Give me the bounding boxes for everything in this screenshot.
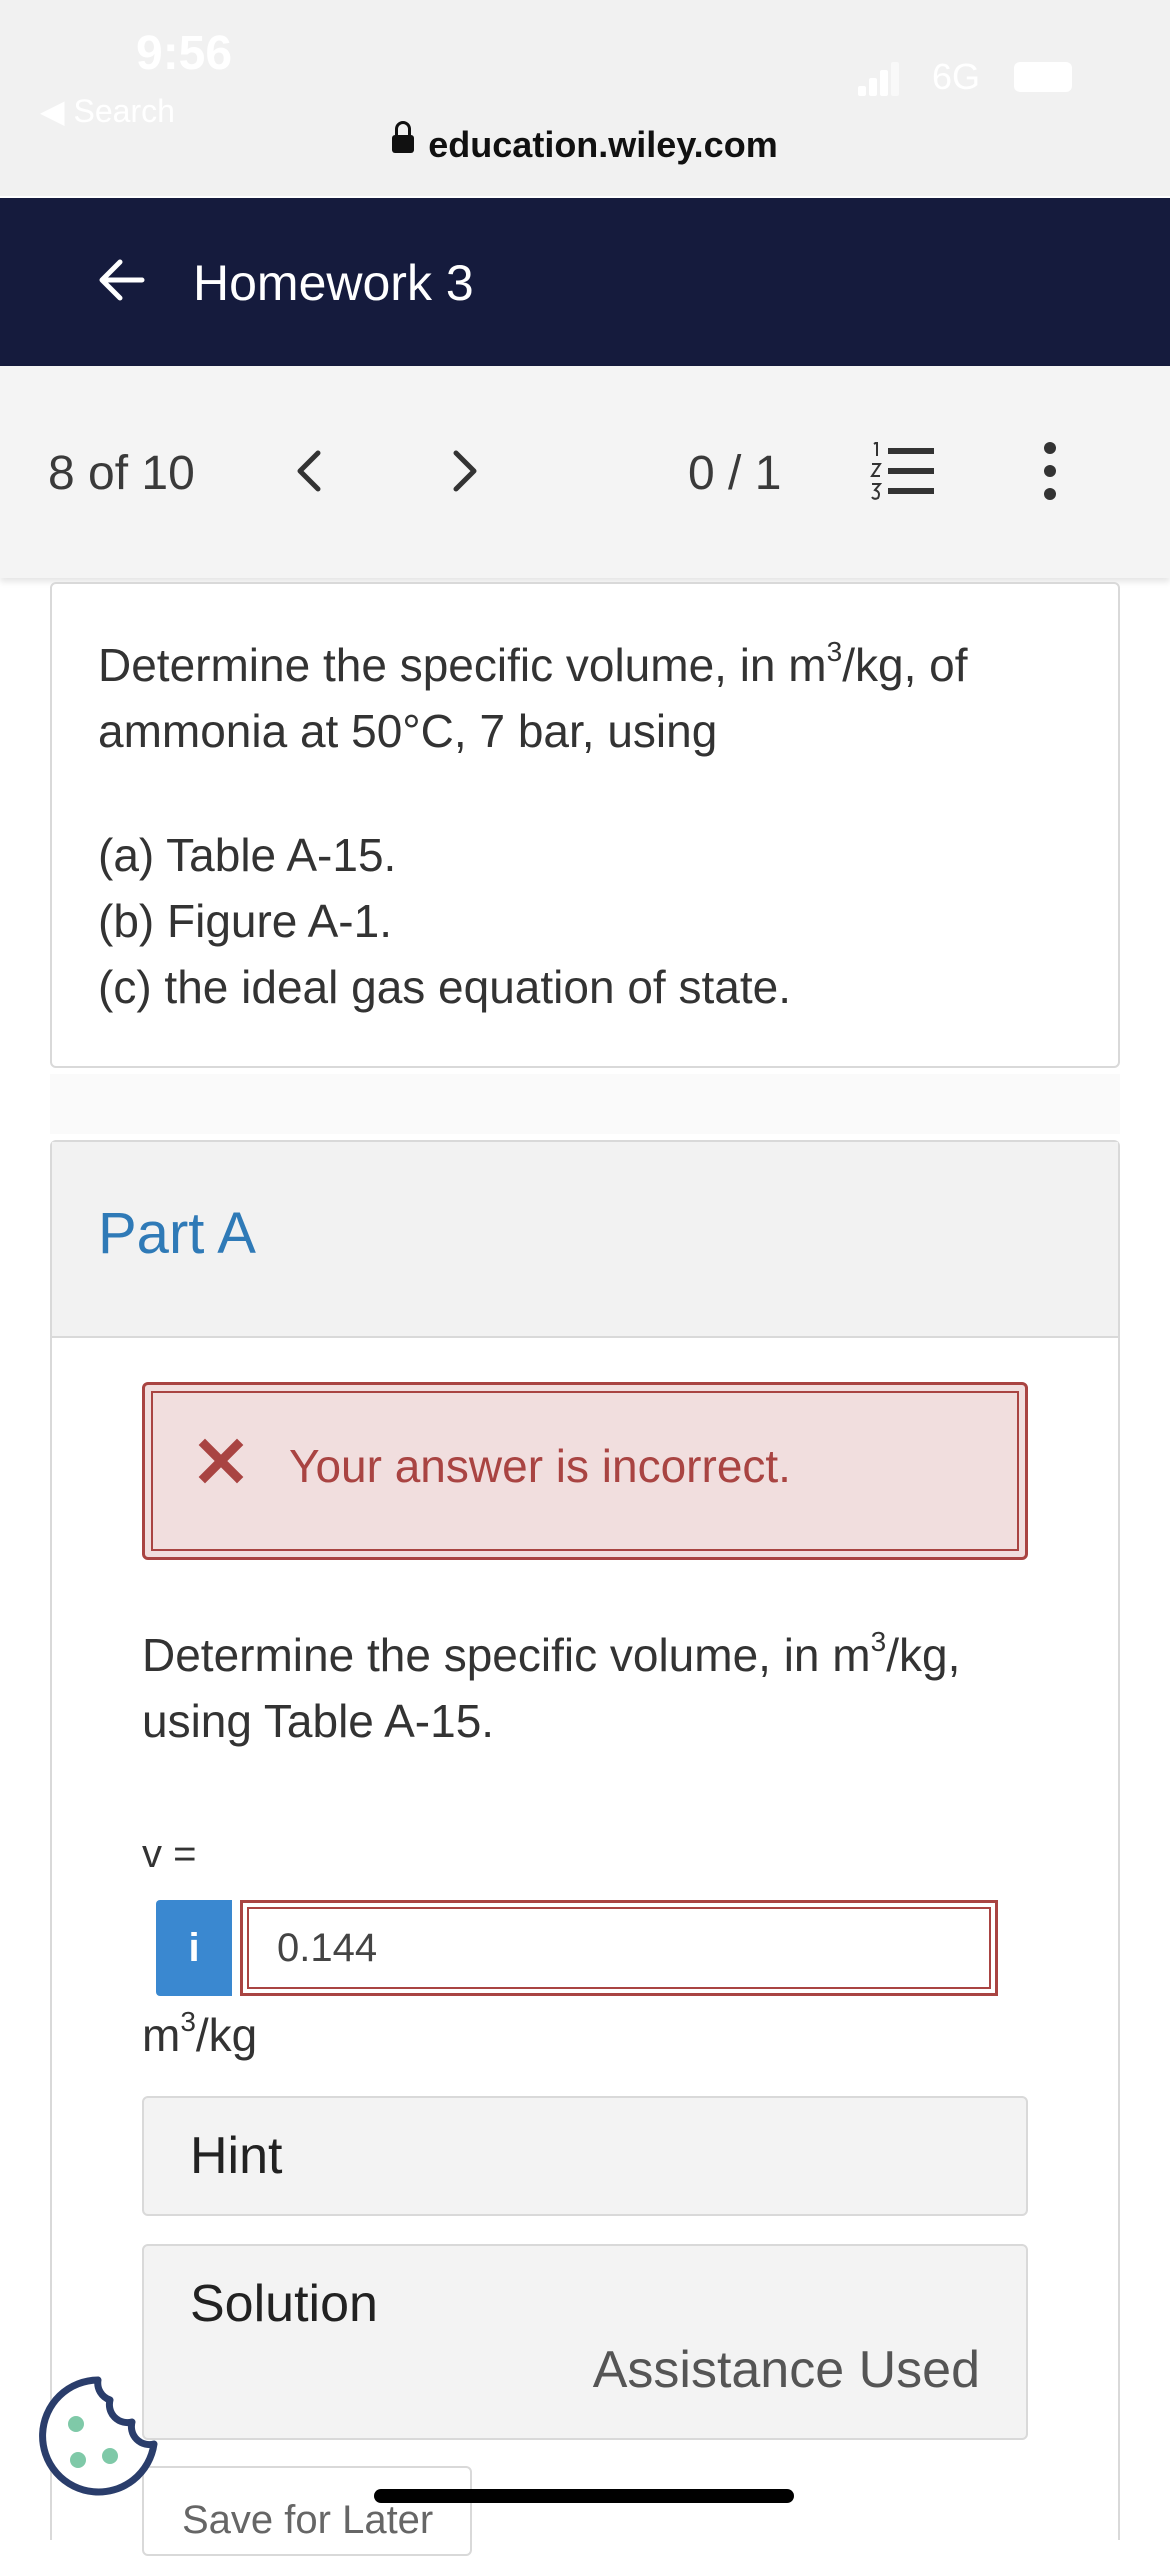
chevron-right-icon [453, 450, 477, 492]
url-bar[interactable]: education.wiley.com [0, 121, 1170, 166]
close-x-icon [198, 1438, 244, 1484]
status-time: 9:56 [136, 27, 233, 80]
assignment-title: Homework 3 [193, 255, 474, 311]
back-arrow-icon[interactable] [92, 250, 152, 310]
question-nav: 8 of 10 0 / 1 [0, 366, 1170, 578]
battery-icon [1014, 62, 1072, 92]
part-a-card: Part A Your answer is incorrect. Determi… [50, 1140, 1120, 2556]
question-part-c: (c) the ideal gas equation of state. [98, 961, 791, 1013]
network-type: 6G [932, 56, 981, 97]
url-text: education.wiley.com [428, 124, 778, 165]
question-superscript: 3 [826, 635, 843, 667]
info-icon[interactable]: i [156, 1900, 232, 1996]
answer-input[interactable]: 0.144 [240, 1900, 998, 1996]
assistance-used-label: Assistance Used [592, 2341, 980, 2399]
cookie-icon[interactable] [36, 2374, 160, 2498]
question-text-part: Determine the specific volume, in m [98, 639, 827, 691]
question-position: 8 of 10 [48, 447, 195, 500]
part-a-header: Part A [52, 1142, 1118, 1338]
alert-message: Your answer is incorrect. [289, 1440, 791, 1492]
solution-label: Solution [190, 2275, 378, 2333]
next-question-button[interactable] [430, 436, 500, 506]
lock-icon [392, 121, 415, 154]
answer-value[interactable]: 0.144 [247, 1907, 991, 1989]
prompt-text-part: Determine the specific volume, in m [142, 1629, 871, 1681]
incorrect-alert: Your answer is incorrect. [142, 1382, 1028, 1560]
answer-unit: m3/kg [142, 2005, 258, 2062]
status-bar: 9:56 ◀ Search 6G education.wiley.com [0, 0, 1170, 196]
previous-question-button[interactable] [274, 436, 344, 506]
part-a-title: Part A [98, 1201, 256, 1266]
save-for-later-button[interactable]: Save for Later [142, 2466, 472, 2556]
numbered-list-icon[interactable] [870, 442, 936, 500]
save-label: Save for Later [182, 2498, 434, 2542]
question-part-b: (b) Figure A-1. [98, 895, 392, 947]
unit-superscript: 3 [180, 2005, 196, 2037]
solution-button[interactable]: Solution Assistance Used [142, 2244, 1028, 2440]
question-parts: (a) Table A-15. (b) Figure A-1. (c) the … [98, 822, 791, 1020]
unit-tail: /kg [195, 2009, 258, 2061]
unit-base: m [142, 2009, 181, 2061]
more-vertical-icon[interactable] [1030, 438, 1070, 504]
part-a-prompt: Determine the specific volume, in m3/kg,… [142, 1622, 1022, 1754]
chevron-left-icon [297, 450, 321, 492]
signal-icon [858, 62, 899, 96]
hint-label: Hint [190, 2127, 283, 2185]
variable-label: v = [142, 1832, 197, 1876]
question-score: 0 / 1 [688, 447, 782, 500]
info-label: i [188, 1925, 200, 1970]
assignment-header: Homework 3 [0, 198, 1170, 366]
home-indicator[interactable] [374, 2489, 794, 2503]
card-spacer [50, 1074, 1120, 1134]
question-part-a: (a) Table A-15. [98, 829, 397, 881]
prompt-superscript: 3 [870, 1625, 887, 1657]
question-text: Determine the specific volume, in m3/kg,… [98, 632, 1088, 764]
question-card: Determine the specific volume, in m3/kg,… [50, 582, 1120, 1068]
hint-button[interactable]: Hint [142, 2096, 1028, 2216]
